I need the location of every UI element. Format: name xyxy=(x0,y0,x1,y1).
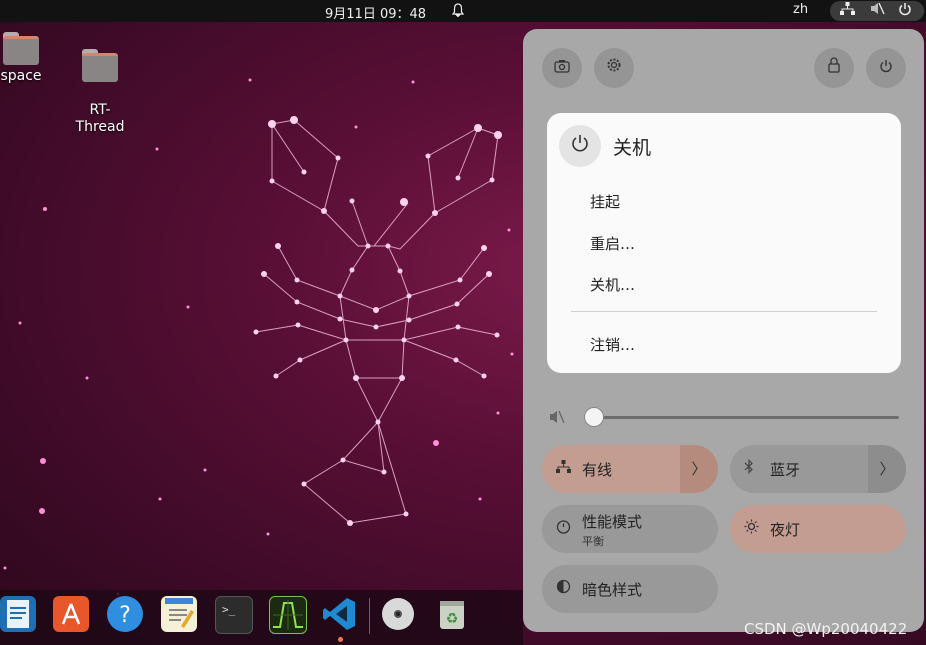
folder-icon xyxy=(82,49,118,82)
volume-slider-handle[interactable] xyxy=(584,407,604,427)
menu-item-restart[interactable]: 重启… xyxy=(590,233,635,254)
bluetooth-label: 蓝牙 xyxy=(770,461,801,479)
svg-text:♻: ♻ xyxy=(446,611,459,627)
sun-icon xyxy=(744,519,759,538)
bluetooth-toggle[interactable]: 蓝牙 〉 xyxy=(730,445,906,493)
chevron-right-icon[interactable]: 〉 xyxy=(680,445,718,493)
wired-label: 有线 xyxy=(582,461,613,479)
power-menu-title: 关机 xyxy=(613,137,652,159)
power-menu-button[interactable] xyxy=(866,48,906,88)
app-center-icon[interactable] xyxy=(53,596,89,632)
settings-icon xyxy=(606,57,622,78)
network-icon xyxy=(840,2,855,19)
desktop-folder-space[interactable]: space xyxy=(0,32,51,85)
vscode-icon[interactable] xyxy=(322,596,358,632)
lock-button[interactable] xyxy=(814,48,854,88)
wired-network-toggle[interactable]: 有线 〉 xyxy=(542,445,718,493)
svg-text:?: ? xyxy=(119,603,131,628)
dark-style-icon xyxy=(556,579,571,598)
volume-muted-icon[interactable] xyxy=(549,410,565,428)
dark-style-label: 暗色样式 xyxy=(582,581,643,599)
top-bar: 9月11日 09：48 zh xyxy=(0,0,926,22)
system-status-menu[interactable] xyxy=(830,1,924,21)
lock-icon xyxy=(827,57,841,78)
clock[interactable]: 9月11日 09：48 xyxy=(325,3,426,22)
watermark: CSDN @Wp20040422 xyxy=(744,620,908,638)
quick-settings-panel: 关机 挂起 重启… 关机… 注销… 有线 〉 蓝牙 〉 性能模式 平衡 夜灯 暗… xyxy=(523,29,924,632)
desktop-folder-rt-thread[interactable]: RT- Thread xyxy=(70,32,130,136)
libreoffice-writer-icon[interactable] xyxy=(0,596,36,632)
menu-item-suspend[interactable]: 挂起 xyxy=(590,191,620,212)
screenshot-icon xyxy=(554,57,570,78)
help-icon[interactable]: ? xyxy=(107,596,143,632)
power-icon xyxy=(898,2,912,20)
desktop-folder-label: space xyxy=(0,68,42,84)
power-mode-label: 性能模式 xyxy=(582,513,643,531)
dark-style-toggle[interactable]: 暗色样式 xyxy=(542,565,718,613)
bluetooth-icon xyxy=(744,459,754,478)
power-mode-icon xyxy=(556,519,571,538)
menu-divider xyxy=(571,311,877,312)
chevron-right-icon[interactable]: 〉 xyxy=(868,445,906,493)
dock-separator xyxy=(369,598,370,634)
night-light-label: 夜灯 xyxy=(770,521,801,539)
settings-button[interactable] xyxy=(594,48,634,88)
folder-icon xyxy=(3,32,39,65)
active-app-indicator xyxy=(338,637,343,642)
power-mode-subtitle: 平衡 xyxy=(582,535,604,548)
svg-text:>_: >_ xyxy=(222,603,236,616)
network-icon xyxy=(556,459,571,477)
volume-slider-track[interactable] xyxy=(593,416,899,419)
power-icon xyxy=(559,125,601,167)
screenshot-button[interactable] xyxy=(542,48,582,88)
disc-icon[interactable] xyxy=(380,596,416,632)
power-icon xyxy=(879,57,893,78)
power-mode-toggle[interactable]: 性能模式 平衡 xyxy=(542,505,718,553)
night-light-toggle[interactable]: 夜灯 xyxy=(730,505,906,553)
system-monitor-icon[interactable] xyxy=(269,596,307,634)
menu-item-log-out[interactable]: 注销… xyxy=(590,334,635,355)
input-language-indicator[interactable]: zh xyxy=(793,2,808,17)
power-menu: 关机 挂起 重启… 关机… 注销… xyxy=(547,113,901,373)
terminal-icon[interactable]: >_ xyxy=(215,596,253,634)
trash-icon[interactable]: ♻ xyxy=(434,596,470,632)
menu-item-power-off[interactable]: 关机… xyxy=(590,274,635,295)
bell-icon xyxy=(451,3,465,20)
text-editor-icon[interactable] xyxy=(161,596,197,632)
desktop-folder-label: RT- Thread xyxy=(75,102,125,135)
volume-muted-icon xyxy=(870,2,885,19)
